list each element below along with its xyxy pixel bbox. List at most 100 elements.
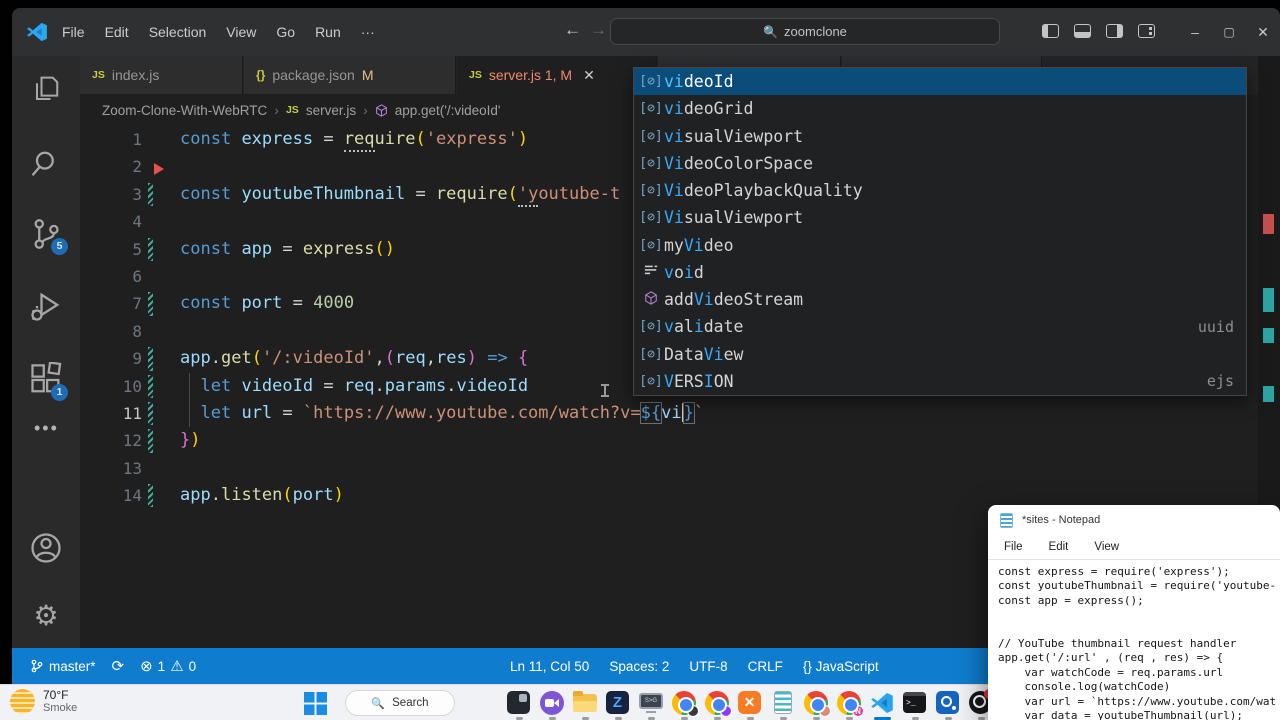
taskbar-icon-screen-share[interactable]: S>G [638,690,664,716]
branch-name: master* [49,659,96,674]
tab-label: package.json [272,67,355,83]
suggest-detail: ejs [1207,372,1234,390]
tab-index-js[interactable]: JS index.js [80,56,243,94]
maximize-button[interactable]: ▢ [1212,8,1246,56]
taskbar-icon-video-cam-purple[interactable] [539,690,565,716]
status--javascript[interactable]: {} JavaScript [803,659,879,674]
suggest-label: visualViewport [664,127,803,146]
taskbar-icon-blue-o-app[interactable] [935,690,961,716]
menu-selection[interactable]: Selection [139,8,217,56]
nav-forward-arrow[interactable]: → [590,20,607,40]
suggest-item-DataView[interactable]: [⊘]DataView [634,341,1246,368]
run-debug-icon[interactable] [28,288,64,324]
command-center-search[interactable]: 🔍zoomclone [610,18,1000,45]
breadcrumb-symbol[interactable]: app.get('/:videoId' [395,103,501,118]
taskbar-icon-chrome-profile-1[interactable] [671,690,697,716]
taskbar-icon-z-app[interactable]: Z [605,690,631,716]
settings-gear-icon[interactable]: ⚙ [28,598,64,634]
suggest-item-videoGrid[interactable]: [⊘]videoGrid [634,95,1246,122]
breadcrumb-file[interactable]: server.js [306,103,356,118]
source-control-icon[interactable]: 5 [28,216,64,252]
suggest-item-videoId[interactable]: [⊘]videoId [634,68,1246,95]
tab-close-icon[interactable]: ✕ [583,67,595,84]
symbol-text-icon: [⊘] [638,319,664,334]
line-number: 7 [80,290,142,317]
chevron-right-icon: › [363,102,368,118]
account-icon[interactable] [28,530,64,566]
notepad-menu-file[interactable]: File [1004,541,1023,553]
status-crlf[interactable]: CRLF [748,659,783,674]
code-line-12[interactable]: 12}) [80,427,1258,454]
taskbar-icon-xampp[interactable]: ✕ [737,690,763,716]
menu-run[interactable]: Run [305,8,351,56]
problems-item[interactable]: ⊗1 ⚠0 [140,657,196,675]
extensions-icon[interactable]: 1 [28,362,64,398]
taskbar-icon-widget-dark[interactable] [506,690,532,716]
code-text: app.get('/:videoId',(req,res) => { [180,345,528,372]
status-utf-8[interactable]: UTF-8 [689,659,727,674]
menu-[interactable]: ··· [351,8,385,56]
suggest-item-VideoPlaybackQuality[interactable]: [⊘]VideoPlaybackQuality [634,177,1246,204]
search-sidebar-icon[interactable] [28,146,64,182]
nav-back-arrow[interactable]: ← [564,20,581,40]
minimize-button[interactable]: – [1178,8,1212,56]
suggest-item-VERSION[interactable]: [⊘]VERSIONejs [634,368,1246,395]
taskbar-icon-chrome-profile-2[interactable] [704,690,730,716]
warnings-icon: ⚠ [170,657,183,675]
menu-view[interactable]: View [216,8,266,56]
taskbar-icon-chrome-profile-3[interactable] [803,690,829,716]
menu-file[interactable]: File [52,8,95,56]
toggle-sidebar-icon[interactable] [1042,24,1059,38]
weather-widget[interactable]: 70°F Smoke [10,688,77,714]
suggest-item-VisualViewport[interactable]: [⊘]VisualViewport [634,204,1246,231]
taskbar-search-label: Search [392,697,428,709]
menu-bar: FileEditSelectionViewGoRun··· [52,8,385,56]
js-file-icon: JS [286,104,299,116]
js-file-icon: JS [469,69,482,81]
code-text: const port = 4000 [180,290,354,317]
taskbar-icon-file-explorer[interactable] [572,690,598,716]
taskbar-icon-chrome-profile-n[interactable]: N [836,690,862,716]
tab-package-json[interactable]: {} package.json M [244,56,456,94]
code-line-13[interactable]: 13 [80,455,1258,482]
suggest-label: validate [664,317,744,336]
notepad-text-area[interactable]: const express = require('express'); cons… [988,560,1280,720]
sync-changes-icon[interactable]: ⟳ [112,657,125,675]
toggle-secondary-sidebar-icon[interactable] [1106,24,1123,38]
status-ln-11-col-50[interactable]: Ln 11, Col 50 [510,659,589,674]
menu-edit[interactable]: Edit [95,8,139,56]
notepad-menu-view[interactable]: View [1094,541,1119,553]
status-spaces-2[interactable]: Spaces: 2 [609,659,669,674]
taskbar-icon-vscode[interactable] [869,690,895,716]
tab-server-js[interactable]: JS server.js 1, M ✕ [457,56,657,94]
activity-bar: 5 1 ••• ⚙ [12,56,80,648]
notepad-window[interactable]: *sites - Notepad File Edit View const expr… [988,505,1280,720]
menu-go[interactable]: Go [266,8,305,56]
suggest-item-addVideoStream[interactable]: addVideoStream [634,286,1246,313]
suggest-item-VideoColorSpace[interactable]: [⊘]VideoColorSpace [634,150,1246,177]
suggest-item-void[interactable]: void [634,259,1246,286]
taskbar-icon-terminal[interactable]: >_ [902,690,928,716]
breadcrumb-folder[interactable]: Zoom-Clone-With-WebRTC [102,103,267,118]
git-branch-item[interactable]: master* [30,658,96,674]
suggest-detail: uuid [1198,318,1234,336]
start-button[interactable] [304,692,327,715]
suggest-item-visualViewport[interactable]: [⊘]visualViewport [634,123,1246,150]
toggle-panel-icon[interactable] [1074,24,1091,38]
explorer-icon[interactable] [28,72,64,108]
notepad-title: *sites - Notepad [1022,514,1100,526]
suggest-item-validate[interactable]: [⊘]validate uuid [634,313,1246,340]
customize-layout-icon[interactable] [1138,24,1155,38]
suggest-label: DataView [664,345,744,364]
close-button[interactable]: ✕ [1246,8,1280,56]
symbol-text-icon: [⊘] [638,374,664,389]
more-actions-icon[interactable]: ••• [34,418,59,439]
taskbar-search[interactable]: 🔍 Search [345,690,455,716]
taskbar-icon-notepad-app[interactable] [770,690,796,716]
suggest-item-myVideo[interactable]: [⊘]myVideo [634,232,1246,259]
line-number: 5 [80,236,142,263]
code-line-11[interactable]: 11 let url = `https://www.youtube.com/wa… [80,400,1258,427]
extensions-badge: 1 [51,384,68,401]
code-text: }) [180,427,201,454]
notepad-menu-edit[interactable]: Edit [1049,541,1069,553]
